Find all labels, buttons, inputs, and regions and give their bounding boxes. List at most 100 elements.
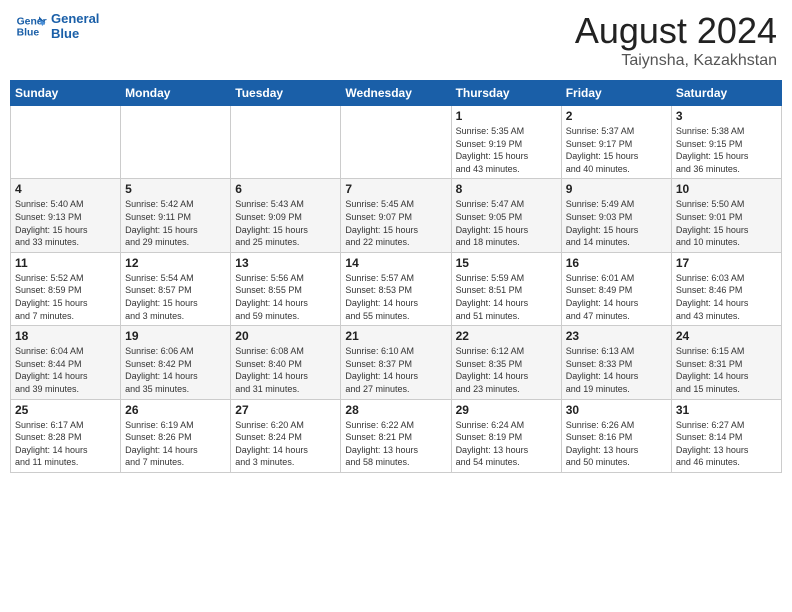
day-info: Sunrise: 5:37 AM Sunset: 9:17 PM Dayligh… [566, 125, 667, 175]
calendar-cell: 14 Sunrise: 5:57 AM Sunset: 8:53 PM Dayli… [341, 252, 451, 325]
day-number: 25 [15, 403, 116, 417]
calendar-table: SundayMondayTuesdayWednesdayThursdayFrid… [10, 80, 782, 473]
logo-line2: Blue [51, 26, 99, 41]
logo-line1: General [51, 11, 99, 26]
calendar-cell: 26 Sunrise: 6:19 AM Sunset: 8:26 PM Dayli… [121, 399, 231, 472]
day-number: 14 [345, 256, 446, 270]
day-info: Sunrise: 5:42 AM Sunset: 9:11 PM Dayligh… [125, 198, 226, 248]
day-info: Sunrise: 5:49 AM Sunset: 9:03 PM Dayligh… [566, 198, 667, 248]
day-number: 23 [566, 329, 667, 343]
month-title: August 2024 [575, 10, 777, 52]
weekday-header: Sunday [11, 81, 121, 106]
calendar-cell: 4 Sunrise: 5:40 AM Sunset: 9:13 PM Daylig… [11, 179, 121, 252]
day-info: Sunrise: 5:43 AM Sunset: 9:09 PM Dayligh… [235, 198, 336, 248]
calendar-cell: 29 Sunrise: 6:24 AM Sunset: 8:19 PM Dayli… [451, 399, 561, 472]
day-number: 26 [125, 403, 226, 417]
calendar-cell: 18 Sunrise: 6:04 AM Sunset: 8:44 PM Dayli… [11, 326, 121, 399]
calendar-cell: 15Sunrise: 5:59 AM Sunset: 8:51 PM Dayli… [451, 252, 561, 325]
day-number: 1 [456, 109, 557, 123]
day-info: Sunrise: 6:27 AM Sunset: 8:14 PM Dayligh… [676, 419, 777, 469]
day-info: Sunrise: 6:15 AM Sunset: 8:31 PM Dayligh… [676, 345, 777, 395]
day-number: 27 [235, 403, 336, 417]
day-number: 29 [456, 403, 557, 417]
calendar-cell: 16 Sunrise: 6:01 AM Sunset: 8:49 PM Dayli… [561, 252, 671, 325]
day-number: 12 [125, 256, 226, 270]
calendar-body: 1 Sunrise: 5:35 AM Sunset: 9:19 PM Daylig… [11, 106, 782, 473]
logo-icon: General Blue [15, 10, 47, 42]
calendar-cell: 7 Sunrise: 5:45 AM Sunset: 9:07 PM Daylig… [341, 179, 451, 252]
day-number: 31 [676, 403, 777, 417]
day-info: Sunrise: 6:06 AM Sunset: 8:42 PM Dayligh… [125, 345, 226, 395]
day-info: Sunrise: 6:08 AM Sunset: 8:40 PM Dayligh… [235, 345, 336, 395]
day-number: 9 [566, 182, 667, 196]
day-info: Sunrise: 6:20 AM Sunset: 8:24 PM Dayligh… [235, 419, 336, 469]
calendar-cell: 19Sunrise: 6:06 AM Sunset: 8:42 PM Dayli… [121, 326, 231, 399]
calendar-cell: 3 Sunrise: 5:38 AM Sunset: 9:15 PM Daylig… [671, 106, 781, 179]
calendar-cell [341, 106, 451, 179]
day-info: Sunrise: 5:40 AM Sunset: 9:13 PM Dayligh… [15, 198, 116, 248]
calendar-cell: 22Sunrise: 6:12 AM Sunset: 8:35 PM Dayli… [451, 326, 561, 399]
day-info: Sunrise: 5:52 AM Sunset: 8:59 PM Dayligh… [15, 272, 116, 322]
calendar-cell: 20 Sunrise: 6:08 AM Sunset: 8:40 PM Dayli… [231, 326, 341, 399]
day-info: Sunrise: 5:45 AM Sunset: 9:07 PM Dayligh… [345, 198, 446, 248]
weekday-header: Monday [121, 81, 231, 106]
calendar-header: SundayMondayTuesdayWednesdayThursdayFrid… [11, 81, 782, 106]
day-info: Sunrise: 6:17 AM Sunset: 8:28 PM Dayligh… [15, 419, 116, 469]
day-number: 2 [566, 109, 667, 123]
day-number: 8 [456, 182, 557, 196]
day-number: 18 [15, 329, 116, 343]
day-info: Sunrise: 6:26 AM Sunset: 8:16 PM Dayligh… [566, 419, 667, 469]
day-number: 20 [235, 329, 336, 343]
day-info: Sunrise: 6:03 AM Sunset: 8:46 PM Dayligh… [676, 272, 777, 322]
calendar-cell: 25 Sunrise: 6:17 AM Sunset: 8:28 PM Dayli… [11, 399, 121, 472]
day-number: 13 [235, 256, 336, 270]
weekday-header: Friday [561, 81, 671, 106]
day-info: Sunrise: 6:24 AM Sunset: 8:19 PM Dayligh… [456, 419, 557, 469]
day-number: 16 [566, 256, 667, 270]
day-number: 6 [235, 182, 336, 196]
calendar-cell: 27 Sunrise: 6:20 AM Sunset: 8:24 PM Dayli… [231, 399, 341, 472]
day-number: 11 [15, 256, 116, 270]
day-info: Sunrise: 5:56 AM Sunset: 8:55 PM Dayligh… [235, 272, 336, 322]
calendar-cell: 11 Sunrise: 5:52 AM Sunset: 8:59 PM Dayli… [11, 252, 121, 325]
day-number: 3 [676, 109, 777, 123]
calendar-cell: 12 Sunrise: 5:54 AM Sunset: 8:57 PM Dayli… [121, 252, 231, 325]
day-number: 15 [456, 256, 557, 270]
day-number: 5 [125, 182, 226, 196]
weekday-header: Tuesday [231, 81, 341, 106]
day-info: Sunrise: 6:12 AM Sunset: 8:35 PM Dayligh… [456, 345, 557, 395]
day-info: Sunrise: 6:13 AM Sunset: 8:33 PM Dayligh… [566, 345, 667, 395]
title-area: August 2024 Taiynsha, Kazakhstan [575, 10, 777, 70]
svg-text:Blue: Blue [17, 28, 40, 39]
day-number: 24 [676, 329, 777, 343]
day-info: Sunrise: 5:57 AM Sunset: 8:53 PM Dayligh… [345, 272, 446, 322]
weekday-header: Saturday [671, 81, 781, 106]
day-number: 7 [345, 182, 446, 196]
day-info: Sunrise: 5:35 AM Sunset: 9:19 PM Dayligh… [456, 125, 557, 175]
calendar-cell: 17 Sunrise: 6:03 AM Sunset: 8:46 PM Dayli… [671, 252, 781, 325]
day-number: 30 [566, 403, 667, 417]
day-info: Sunrise: 6:10 AM Sunset: 8:37 PM Dayligh… [345, 345, 446, 395]
day-info: Sunrise: 5:47 AM Sunset: 9:05 PM Dayligh… [456, 198, 557, 248]
calendar-cell: 9 Sunrise: 5:49 AM Sunset: 9:03 PM Daylig… [561, 179, 671, 252]
calendar-cell: 8 Sunrise: 5:47 AM Sunset: 9:05 PM Daylig… [451, 179, 561, 252]
calendar-cell: 31 Sunrise: 6:27 AM Sunset: 8:14 PM Dayli… [671, 399, 781, 472]
calendar-cell: 5 Sunrise: 5:42 AM Sunset: 9:11 PM Daylig… [121, 179, 231, 252]
day-info: Sunrise: 5:54 AM Sunset: 8:57 PM Dayligh… [125, 272, 226, 322]
calendar-cell: 2 Sunrise: 5:37 AM Sunset: 9:17 PM Daylig… [561, 106, 671, 179]
day-number: 4 [15, 182, 116, 196]
day-info: Sunrise: 6:22 AM Sunset: 8:21 PM Dayligh… [345, 419, 446, 469]
day-info: Sunrise: 6:01 AM Sunset: 8:49 PM Dayligh… [566, 272, 667, 322]
page-header: General Blue General Blue August 2024 Ta… [10, 10, 782, 70]
weekday-header: Thursday [451, 81, 561, 106]
day-number: 21 [345, 329, 446, 343]
day-info: Sunrise: 6:19 AM Sunset: 8:26 PM Dayligh… [125, 419, 226, 469]
calendar-cell: 10Sunrise: 5:50 AM Sunset: 9:01 PM Dayli… [671, 179, 781, 252]
calendar-cell [231, 106, 341, 179]
calendar-cell: 21 Sunrise: 6:10 AM Sunset: 8:37 PM Dayli… [341, 326, 451, 399]
day-info: Sunrise: 6:04 AM Sunset: 8:44 PM Dayligh… [15, 345, 116, 395]
day-number: 17 [676, 256, 777, 270]
day-info: Sunrise: 5:38 AM Sunset: 9:15 PM Dayligh… [676, 125, 777, 175]
calendar-cell: 1 Sunrise: 5:35 AM Sunset: 9:19 PM Daylig… [451, 106, 561, 179]
day-number: 10 [676, 182, 777, 196]
